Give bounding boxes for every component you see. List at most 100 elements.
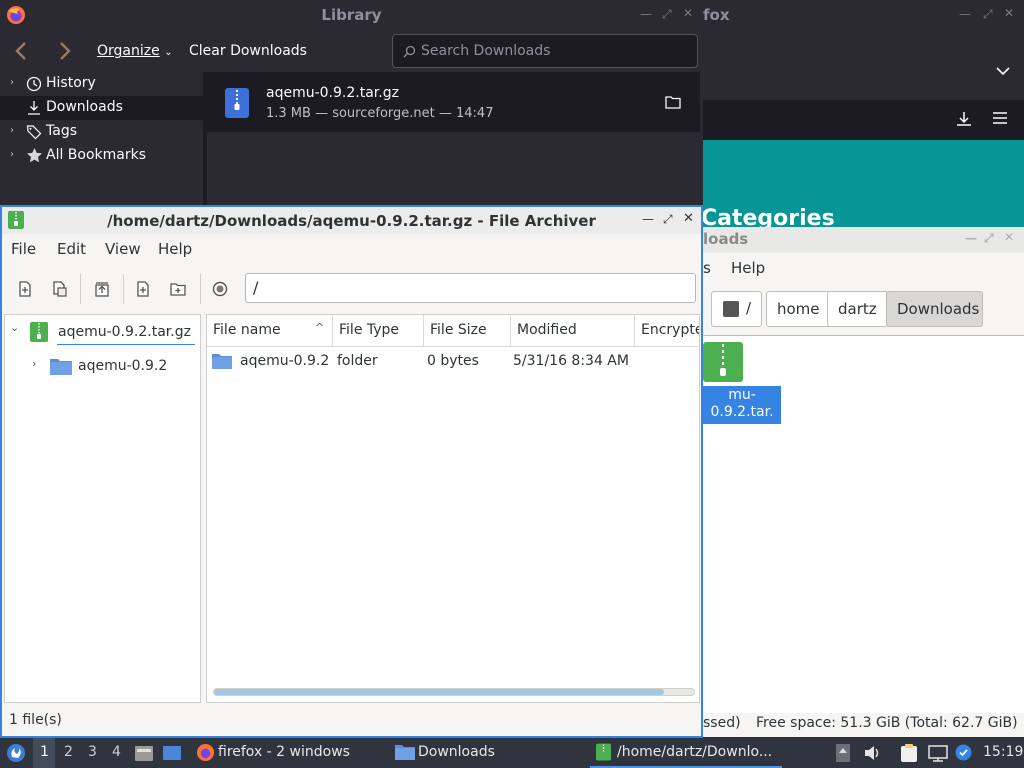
back-arrow-icon[interactable]: [14, 41, 28, 61]
desktop-launcher-icon[interactable]: [162, 743, 182, 763]
sidebar-item-label: Downloads: [46, 99, 123, 115]
chevron-right-icon[interactable]: ›: [10, 125, 14, 136]
minimize-icon[interactable]: —: [640, 7, 652, 21]
menu-help[interactable]: Help: [731, 259, 765, 277]
cell-type: folder: [337, 353, 378, 369]
network-icon[interactable]: [928, 744, 948, 762]
breadcrumb-dartz[interactable]: dartz: [827, 291, 888, 327]
chevron-right-icon[interactable]: ›: [32, 357, 36, 370]
maximize-icon[interactable]: ⤢: [984, 231, 994, 246]
location-input[interactable]: /: [245, 273, 696, 303]
minimize-icon[interactable]: —: [965, 231, 977, 245]
close-icon[interactable]: ✕: [683, 6, 693, 20]
volume-icon[interactable]: [864, 745, 882, 761]
maximize-icon[interactable]: ⤢: [983, 7, 993, 22]
extract-icon[interactable]: [94, 281, 110, 297]
sort-ascending-icon: ^: [315, 321, 325, 334]
breadcrumb-root[interactable]: /: [711, 291, 762, 327]
status-text: 1 file(s): [9, 712, 62, 728]
add-files-icon[interactable]: [136, 281, 150, 297]
task-file-archiver[interactable]: /home/dartz/Downlo...: [590, 738, 782, 768]
file-item-label[interactable]: mu-0.9.2.tar. gz: [703, 386, 781, 437]
task-label: Downloads: [418, 744, 495, 760]
archive-app-icon: [596, 743, 611, 761]
folder-icon: [395, 744, 415, 760]
updates-icon[interactable]: [955, 744, 972, 761]
column-label: File name: [213, 322, 281, 338]
open-archive-icon[interactable]: [52, 281, 68, 297]
workspace-1[interactable]: 1: [40, 744, 49, 760]
search-placeholder: Search Downloads: [421, 43, 551, 59]
sidebar-item-downloads[interactable]: Downloads: [0, 96, 203, 120]
maximize-icon[interactable]: ⤢: [662, 7, 672, 22]
scrollbar-thumb[interactable]: [214, 689, 664, 695]
breadcrumb-label: /: [746, 299, 752, 317]
download-icon: [26, 100, 42, 116]
clipboard-icon[interactable]: [900, 743, 918, 763]
breadcrumb-downloads[interactable]: Downloads: [886, 291, 983, 327]
tree-root-item[interactable]: ⌄ aqemu-0.9.2.tar.gz: [5, 317, 200, 345]
workspace-2[interactable]: 2: [64, 744, 73, 760]
tree-child-item[interactable]: › aqemu-0.9.2: [5, 353, 200, 377]
new-archive-icon[interactable]: [18, 281, 32, 297]
column-file-type[interactable]: File Type: [333, 315, 424, 347]
column-file-name[interactable]: File name ^: [207, 315, 333, 347]
column-modified[interactable]: Modified: [511, 315, 635, 347]
upload-icon[interactable]: [836, 744, 850, 762]
sidebar-item-label: All Bookmarks: [46, 147, 147, 163]
breadcrumb-home[interactable]: home: [766, 291, 831, 327]
clock: 15:19: [983, 744, 1024, 760]
menu-view[interactable]: View: [105, 240, 141, 258]
chevron-right-icon[interactable]: ›: [10, 77, 14, 88]
file-list-header: File name ^ File Type File Size Modified…: [207, 315, 699, 347]
sidebar-item-all-bookmarks[interactable]: › All Bookmarks: [0, 144, 203, 168]
close-icon[interactable]: ✕: [683, 211, 694, 226]
download-item[interactable]: aqemu-0.9.2.tar.gz 1.3 MB — sourceforge.…: [207, 72, 700, 132]
search-downloads-input[interactable]: Search Downloads: [392, 34, 698, 68]
archiver-statusbar: 1 file(s): [2, 707, 701, 736]
file-manager-content: mu-0.9.2.tar. gz: [703, 335, 1024, 715]
chevron-down-icon[interactable]: ⌄: [10, 321, 19, 334]
library-window: Library — ⤢ ✕ Organize ⌄ Clear Downloads…: [0, 0, 703, 205]
menu-file[interactable]: File: [11, 240, 36, 258]
forward-arrow-icon[interactable]: [58, 41, 72, 61]
downloads-icon[interactable]: [955, 110, 973, 128]
file-archiver-window: /home/dartz/Downloads/aqemu-0.9.2.tar.gz…: [0, 205, 703, 738]
horizontal-scrollbar[interactable]: [213, 688, 695, 696]
close-icon[interactable]: ✕: [1004, 230, 1014, 244]
close-icon[interactable]: ✕: [1004, 6, 1014, 20]
archive-file-icon: [225, 88, 249, 118]
open-folder-icon[interactable]: [665, 95, 681, 109]
file-manager-statusbar: ssed) Free space: 51.3 GiB (Total: 62.7 …: [703, 713, 1024, 737]
firefox-title: fox: [703, 6, 730, 24]
downloads-list: aqemu-0.9.2.tar.gz 1.3 MB — sourceforge.…: [207, 72, 703, 205]
clear-downloads-button[interactable]: Clear Downloads: [189, 43, 307, 59]
sidebar-item-history[interactable]: › History: [0, 72, 203, 96]
column-encrypted[interactable]: Encrypte: [635, 315, 699, 347]
free-space-text: Free space: 51.3 GiB (Total: 62.7 GiB): [756, 715, 1018, 731]
menu-help[interactable]: Help: [158, 240, 192, 258]
add-folder-icon[interactable]: [170, 281, 186, 297]
minimize-icon[interactable]: —: [959, 7, 971, 21]
firefox-navbar: [703, 100, 1024, 234]
tag-icon: [26, 124, 42, 140]
menu-partial[interactable]: s: [703, 259, 711, 277]
menu-icon[interactable]: [992, 111, 1008, 125]
sidebar-item-tags[interactable]: › Tags: [0, 120, 203, 144]
task-firefox[interactable]: firefox - 2 windows: [194, 738, 380, 768]
stop-icon[interactable]: [212, 281, 228, 297]
workspace-4[interactable]: 4: [112, 744, 121, 760]
maximize-icon[interactable]: ⤢: [663, 212, 673, 227]
list-all-tabs-icon[interactable]: [996, 66, 1010, 76]
organize-button[interactable]: Organize ⌄: [97, 43, 173, 59]
menu-edit[interactable]: Edit: [57, 240, 86, 258]
table-row[interactable]: aqemu-0.9.2 folder 0 bytes 5/31/16 8:34 …: [207, 349, 699, 375]
chevron-right-icon[interactable]: ›: [10, 149, 14, 160]
column-file-size[interactable]: File Size: [424, 315, 511, 347]
minimize-icon[interactable]: —: [642, 212, 654, 226]
workspace-3[interactable]: 3: [88, 744, 97, 760]
app-menu-icon[interactable]: [6, 743, 26, 763]
task-downloads[interactable]: Downloads: [392, 738, 582, 768]
cell-name: aqemu-0.9.2: [240, 353, 330, 369]
file-manager-launcher-icon[interactable]: [134, 743, 154, 763]
